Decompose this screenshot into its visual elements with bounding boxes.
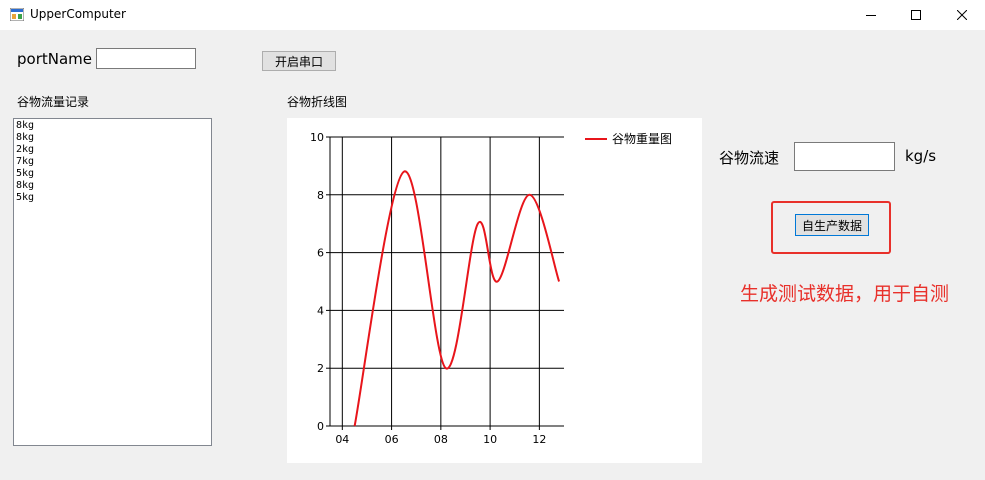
list-item[interactable]: 5kg xyxy=(16,168,209,180)
flow-speed-unit: kg/s xyxy=(905,147,937,165)
form-client-area: portName 开启串口 谷物流量记录 8kg 8kg 2kg 7kg 5kg… xyxy=(0,30,985,480)
legend-label: 谷物重量图 xyxy=(612,132,672,146)
y-tick-label: 6 xyxy=(317,247,324,260)
x-tick-label: 12 xyxy=(532,433,546,446)
minimize-icon xyxy=(866,15,876,16)
list-item[interactable]: 8kg xyxy=(16,132,209,144)
y-tick-label: 4 xyxy=(317,304,324,317)
list-item[interactable]: 2kg xyxy=(16,144,209,156)
list-item[interactable]: 8kg xyxy=(16,120,209,132)
port-name-input[interactable] xyxy=(96,48,196,69)
annotation-text: 生成测试数据，用于自测 xyxy=(740,283,950,305)
minimize-button[interactable] xyxy=(848,0,894,30)
chart-panel: 0 2 4 6 8 10 04 06 08 10 12 谷物重量图 xyxy=(287,118,702,463)
records-title: 谷物流量记录 xyxy=(17,95,90,109)
maximize-icon xyxy=(911,10,921,20)
series-line xyxy=(353,170,561,427)
y-tick-label: 10 xyxy=(310,131,324,144)
x-tick-label: 04 xyxy=(335,433,349,446)
list-item[interactable]: 7kg xyxy=(16,156,209,168)
app-icon xyxy=(10,8,24,21)
list-item[interactable]: 5kg xyxy=(16,192,209,204)
x-tick-label: 06 xyxy=(385,433,399,446)
generate-data-button[interactable]: 自生产数据 xyxy=(795,214,869,236)
flow-speed-label: 谷物流速 xyxy=(719,149,780,167)
title-bar: UpperComputer xyxy=(0,0,985,30)
y-tick-label: 2 xyxy=(317,362,324,375)
close-icon xyxy=(957,10,967,20)
list-item[interactable]: 8kg xyxy=(16,180,209,192)
x-tick-label: 10 xyxy=(483,433,497,446)
x-tick-label: 08 xyxy=(434,433,448,446)
flow-speed-input[interactable] xyxy=(794,142,895,171)
port-name-label: portName xyxy=(17,50,92,68)
y-tick-label: 8 xyxy=(317,189,324,202)
maximize-button[interactable] xyxy=(893,0,939,30)
open-port-button[interactable]: 开启串口 xyxy=(262,51,336,71)
records-listbox[interactable]: 8kg 8kg 2kg 7kg 5kg 8kg 5kg xyxy=(13,118,212,446)
line-chart: 0 2 4 6 8 10 04 06 08 10 12 谷物重量图 xyxy=(310,131,672,446)
y-tick-label: 0 xyxy=(317,420,324,433)
chart-title: 谷物折线图 xyxy=(287,95,348,109)
close-button[interactable] xyxy=(939,0,985,30)
window-title: UpperComputer xyxy=(30,7,126,21)
